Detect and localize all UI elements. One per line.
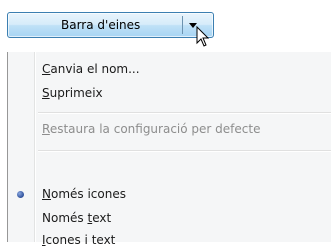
mouse-pointer-icon bbox=[196, 26, 210, 47]
menu-item-icons-only[interactable]: Només icones bbox=[42, 184, 126, 204]
menu-item-text-only-pre: Només bbox=[42, 211, 88, 225]
radio-dot-icon bbox=[17, 191, 24, 198]
toolbar-split-button[interactable]: Barra d'eines bbox=[7, 12, 214, 38]
menu-separator bbox=[38, 112, 331, 113]
menu-item-restore-key: R bbox=[42, 122, 50, 136]
menu-item-delete-key: S bbox=[42, 86, 50, 100]
toolbar-button-label: Barra d'eines bbox=[61, 18, 141, 32]
toolbar-context-menu: Canvia el nom... Suprimeix Restaura la c… bbox=[7, 52, 331, 247]
menu-item-icons-and-text[interactable]: Icones i text bbox=[42, 230, 115, 250]
menu-item-text-only[interactable]: Només text bbox=[42, 208, 111, 228]
menu-item-icons-only-post: omés icones bbox=[50, 187, 126, 201]
split-divider bbox=[182, 16, 183, 34]
menu-item-text-only-post: ext bbox=[92, 211, 112, 225]
menu-item-icons-only-key: N bbox=[42, 187, 51, 201]
menu-item-restore-defaults: Restaura la configuració per defecte bbox=[42, 119, 260, 139]
menu-gutter-divider bbox=[34, 52, 35, 242]
menu-item-restore-post: estaura la configuració per defecte bbox=[49, 122, 261, 136]
menu-item-delete[interactable]: Suprimeix bbox=[42, 83, 103, 103]
menu-item-icons-text-post: cones i text bbox=[45, 233, 116, 247]
menu-item-rename-post: anvia el nom... bbox=[50, 62, 140, 76]
menu-separator bbox=[38, 150, 331, 151]
menu-item-delete-post: uprimeix bbox=[49, 86, 103, 100]
menu-item-rename[interactable]: Canvia el nom... bbox=[42, 59, 140, 79]
